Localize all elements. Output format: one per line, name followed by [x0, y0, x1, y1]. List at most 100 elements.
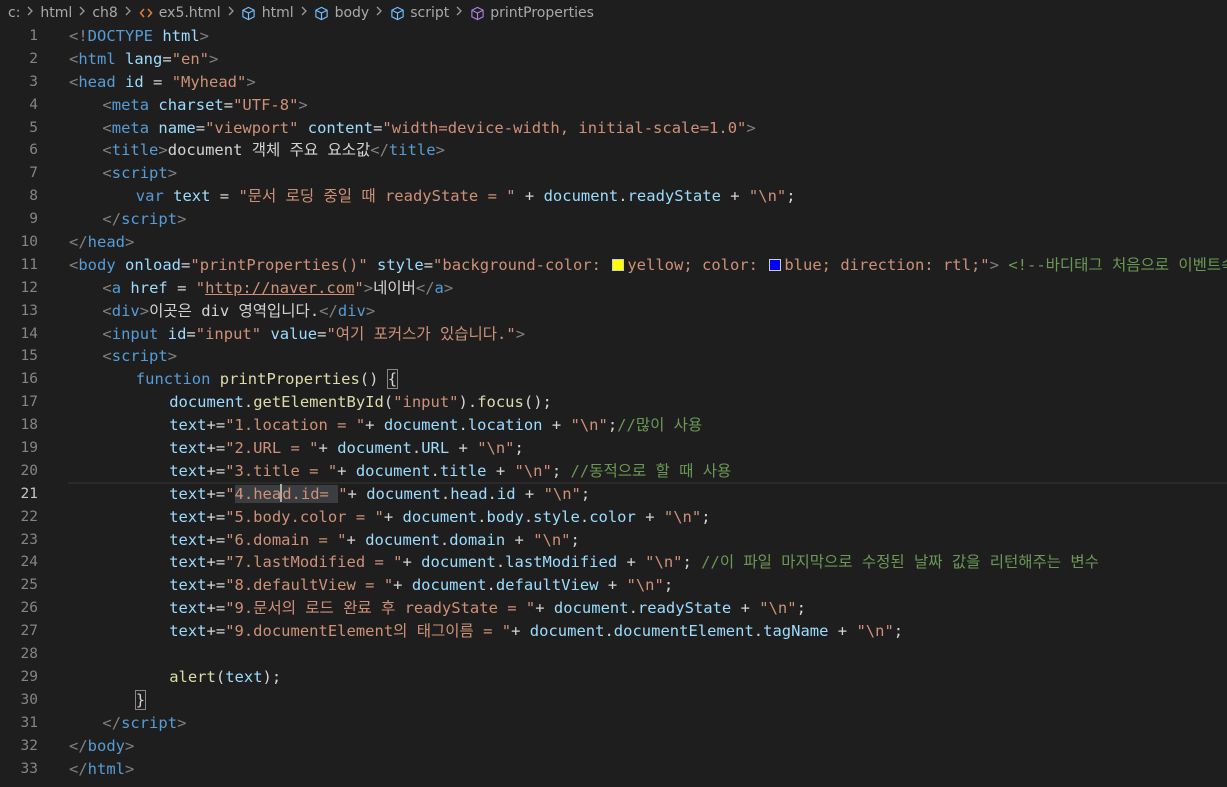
code-token: </ [370, 141, 389, 160]
breadcrumb-item-printproperties[interactable]: printProperties [469, 5, 594, 21]
code-token: . [604, 622, 614, 641]
code-token: ; [514, 439, 524, 458]
code-line[interactable]: 27 text+="9.documentElement의 태그이름 = "+ do… [0, 620, 1227, 643]
code-token: ; [701, 507, 711, 526]
code-token: </ [415, 278, 435, 297]
code-link[interactable]: http://naver.com [205, 279, 354, 297]
code-line[interactable]: 8 var text = "문서 로딩 중일 때 readyState = " +… [0, 185, 1227, 208]
code-line[interactable]: 18 text+="1.location = "+ document.locati… [0, 414, 1227, 437]
code-token: body [87, 736, 125, 755]
code-token: > [158, 141, 168, 160]
code-line[interactable]: 32 </body> [0, 735, 1227, 758]
code-line[interactable]: 23 text+="6.domain = "+ document.domain +… [0, 529, 1227, 552]
breadcrumb-item-c[interactable]: c: [8, 5, 20, 21]
chevron-right-icon [26, 5, 34, 21]
code-token: < [69, 49, 79, 68]
code-token: id [167, 324, 187, 343]
color-swatch-icon[interactable] [769, 258, 782, 271]
code-token: html [162, 27, 200, 45]
line-number: 7 [29, 165, 38, 182]
code-token: += [206, 599, 226, 618]
code-line[interactable]: 30} [0, 689, 1227, 712]
code-token: > [989, 255, 999, 274]
code-token: > [746, 118, 756, 137]
breadcrumb-item-html[interactable]: html [40, 5, 72, 21]
breadcrumb-item-ex5html[interactable]: ex5.html [138, 5, 221, 21]
code-line[interactable]: 11 <body onload="printProperties()" style… [0, 254, 1227, 277]
code-token: < [102, 164, 112, 183]
color-swatch-icon[interactable] [612, 258, 625, 271]
code-tokens: document.getElementById("input").focus()… [169, 391, 552, 414]
code-line[interactable]: 4 <meta charset="UTF-8"> [0, 94, 1227, 117]
code-editor[interactable]: 1 <!DOCTYPE html> 2 <html lang="en"> 3 <head … [0, 25, 1227, 787]
code-token: URL [421, 439, 450, 458]
code-token: "\n" [626, 576, 664, 595]
code-line[interactable]: 13 <div>이곳은 div 영역입니다.</div> [0, 300, 1227, 323]
code-line[interactable]: 7 <script> [0, 162, 1227, 185]
code-line[interactable]: 28 [0, 643, 1227, 666]
code-line[interactable]: 25 text+="8.defaultView = "+ document.def… [0, 574, 1227, 597]
breadcrumb-item-script[interactable]: script [389, 5, 449, 21]
code-token: < [69, 255, 79, 274]
code-token: text [169, 553, 207, 572]
code-token: a [434, 278, 444, 297]
code-line[interactable]: 21 text+="4.head.id= "+ document.head.id … [0, 483, 1227, 506]
code-line[interactable]: 12 <a href = "http://naver.com">네이버</a> [0, 277, 1227, 300]
code-line[interactable]: 24 text+="7.lastModified = "+ document.la… [0, 551, 1227, 574]
code-line[interactable]: 1 <!DOCTYPE html> [0, 25, 1227, 48]
code-token: //많이 사용 [617, 416, 703, 435]
code-line[interactable]: 9 </script> [0, 208, 1227, 231]
code-token: document [337, 439, 412, 458]
code-token: domain [449, 530, 506, 549]
code-token: + [511, 622, 530, 641]
code-token: </ [69, 759, 88, 778]
code-line[interactable]: 17 document.getElementById("input").focus… [0, 391, 1227, 414]
code-line[interactable]: 33 </html> [0, 758, 1227, 781]
code-token: 이곳은 div 영역입니다. [149, 301, 320, 320]
code-token: " [225, 484, 235, 503]
code-token: //동적으로 할 때 사용 [570, 461, 732, 480]
code-token: head [87, 233, 125, 252]
code-line[interactable]: 2 <html lang="en"> [0, 48, 1227, 71]
line-number: 16 [20, 371, 38, 388]
code-token: document [553, 599, 629, 618]
code-tokens: text+="9.문서의 로드 완료 후 readyState = "+ doc… [169, 597, 806, 620]
line-number: 11 [20, 256, 38, 273]
code-line[interactable]: 31 </script> [0, 712, 1227, 735]
code-token: + [337, 461, 356, 480]
code-line[interactable]: 5 <meta name="viewport" content="width=de… [0, 117, 1227, 140]
code-token: document [169, 393, 244, 412]
breadcrumb-item-ch8[interactable]: ch8 [92, 5, 117, 21]
code-token: name [158, 118, 196, 137]
breadcrumb-item-body[interactable]: body [314, 5, 369, 21]
code-token: = [195, 118, 206, 137]
code-token: . [495, 553, 506, 572]
code-tokens: text+="5.body.color = "+ document.body.s… [169, 506, 710, 529]
code-line[interactable]: 6 <title>document 객체 주요 요소값</title> [0, 139, 1227, 162]
breadcrumb-item-html[interactable]: html [241, 5, 294, 21]
code-line[interactable]: 20 text+="3.title = "+ document.title + "… [0, 460, 1227, 483]
code-line[interactable]: 10 </head> [0, 231, 1227, 254]
code-line[interactable]: 16 function printProperties() { [0, 368, 1227, 391]
line-number: 2 [29, 50, 38, 67]
code-line[interactable]: 14 <input id="input" value="여기 포커스가 있습니다.… [0, 323, 1227, 346]
code-token: ; [796, 599, 806, 618]
code-line[interactable]: 19 text+="2.URL = "+ document.URL + "\n"; [0, 437, 1227, 460]
code-tokens: text+="4.head.id= "+ document.head.id + … [169, 483, 590, 506]
code-tokens: <input id="input" value="여기 포커스가 있습니다."> [102, 323, 525, 346]
code-line[interactable]: 26 text+="9.문서의 로드 완료 후 readyState = "+ d… [0, 597, 1227, 620]
code-token: text [169, 439, 207, 458]
code-token: defaultView [495, 576, 599, 595]
code-tokens: <meta name="viewport" content="width=dev… [102, 117, 755, 140]
code-token: ; [551, 461, 571, 480]
code-line[interactable]: 29 alert(text); [0, 666, 1227, 689]
code-tokens: text+="7.lastModified = "+ document.last… [169, 551, 1099, 574]
code-token: </ [319, 301, 338, 320]
code-token: += [206, 553, 226, 572]
code-line[interactable]: 15 <script> [0, 345, 1227, 368]
selected-text: 4.hea [234, 484, 282, 503]
code-line[interactable]: 22 text+="5.body.color = "+ document.body… [0, 506, 1227, 529]
code-tokens: </script> [102, 712, 186, 735]
code-line[interactable]: 3 <head id = "Myhead"> [0, 71, 1227, 94]
code-token: "input" [195, 324, 262, 343]
